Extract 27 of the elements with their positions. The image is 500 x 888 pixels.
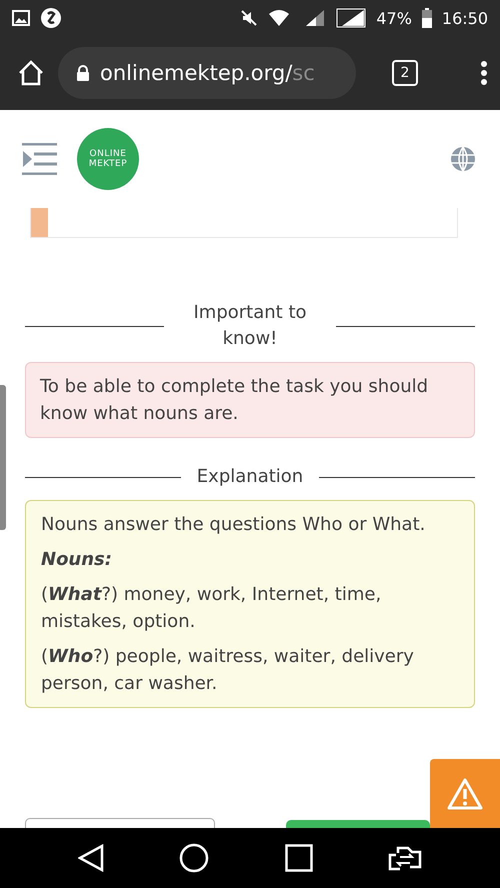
address-bar[interactable]: onlinemektep.org/sc <box>58 47 356 99</box>
switch-apps-icon[interactable] <box>388 845 422 871</box>
back-icon[interactable] <box>78 844 104 872</box>
paragraph: (Who?) people, waitress, waiter, delivery person, car washer. <box>41 645 415 696</box>
globe-icon[interactable] <box>450 146 476 172</box>
paragraph: To be able to complete the task you should know what nouns are. <box>40 375 430 426</box>
signal-icon <box>336 8 366 28</box>
recents-icon[interactable] <box>284 844 313 872</box>
menu-icon[interactable] <box>22 143 57 175</box>
tab-count-button[interactable]: 2 <box>392 60 418 86</box>
battery-icon <box>422 8 432 28</box>
paragraph: (What?) money, work, Internet, time, mistakes, option. <box>41 583 382 634</box>
warning-icon <box>447 778 483 810</box>
battery-percent: 47% <box>376 8 412 28</box>
wifi-icon <box>268 9 290 27</box>
more-menu-icon[interactable] <box>480 60 488 86</box>
home-icon[interactable] <box>18 60 44 86</box>
accent-stripe <box>31 208 48 237</box>
section-title: Important to know! <box>192 301 308 351</box>
section-title: Explanation <box>196 465 304 489</box>
paragraph: Nouns answer the questions Who or What. <box>41 513 426 537</box>
lock-icon <box>76 65 90 81</box>
home-icon[interactable] <box>179 843 210 873</box>
paragraph-heading: Nouns: <box>41 548 113 572</box>
gallery-icon <box>12 10 30 26</box>
mute-icon <box>240 9 258 27</box>
clock-time: 16:50 <box>442 8 488 28</box>
